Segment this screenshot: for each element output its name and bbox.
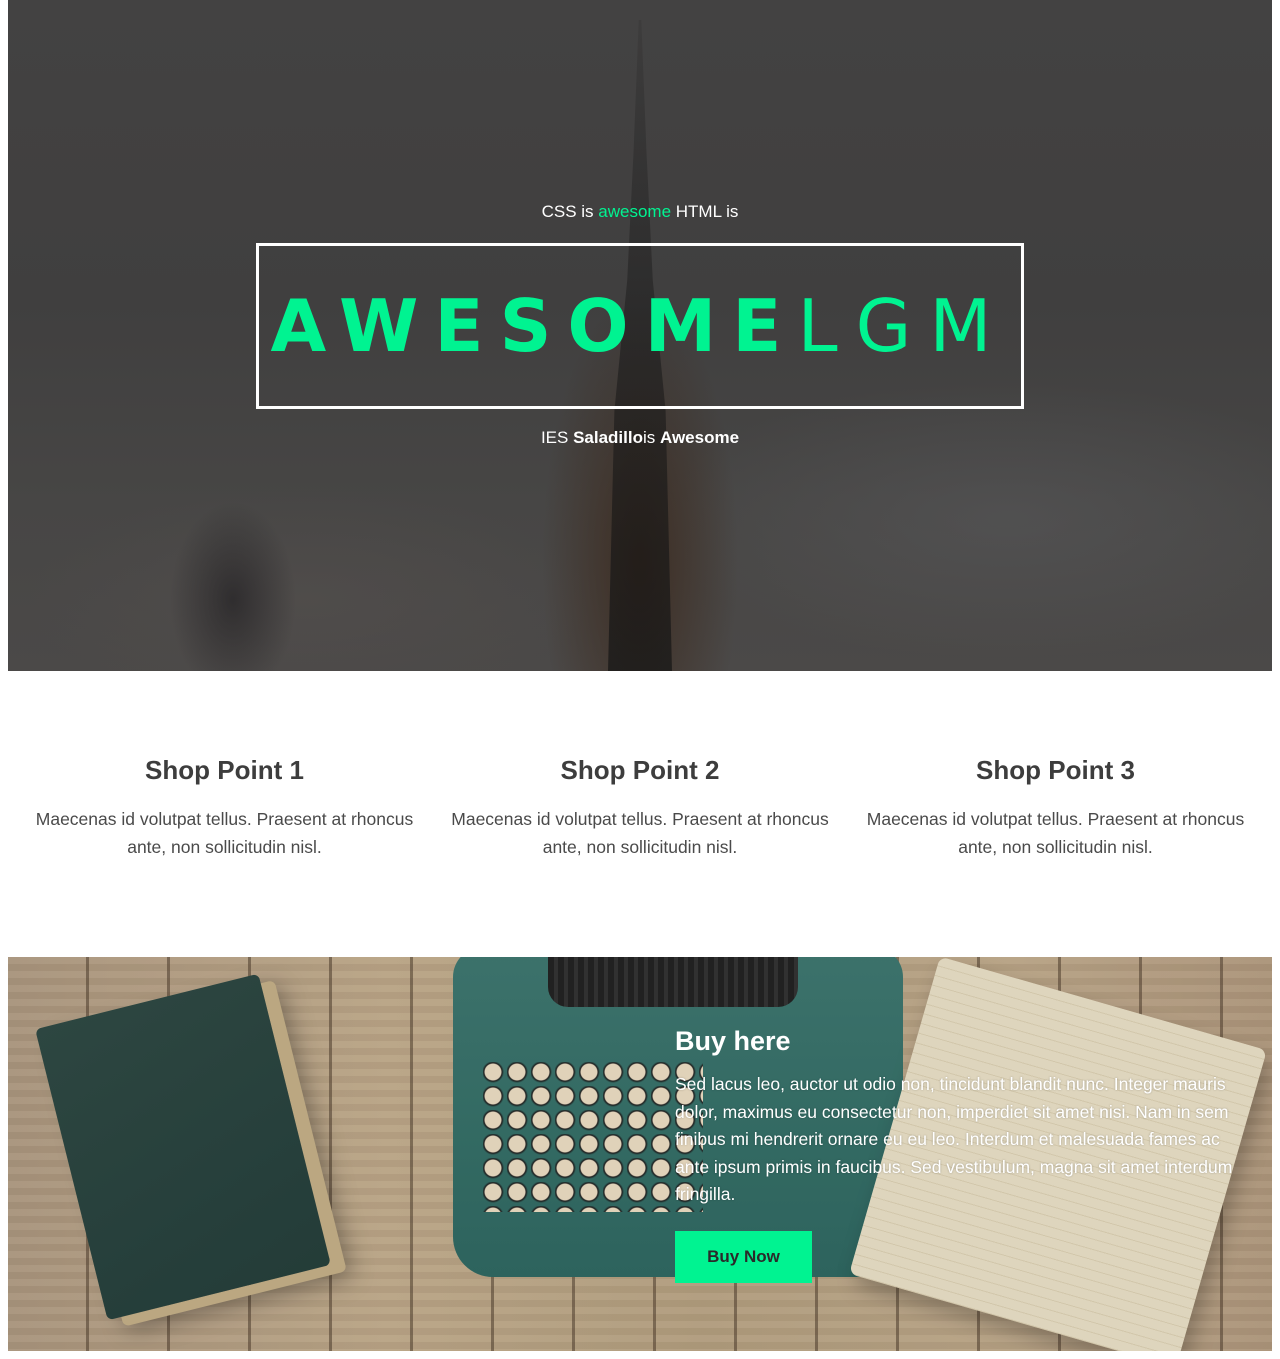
shop-point-title: Shop Point 2 [560, 755, 720, 785]
shop-point-text: Maecenas id volutpat tellus. Praesent at… [451, 809, 829, 857]
hero-title-bold: AWESOME [270, 284, 798, 368]
hero-tagline-suffix: HTML is [671, 202, 739, 221]
hero-title-light: LGM [797, 284, 1010, 368]
shop-points-section: Shop Point 1 Maecenas id volutpat tellus… [8, 671, 1272, 957]
shop-point-3: Shop Point 3 Maecenas id volutpat tellus… [858, 671, 1253, 957]
shop-point-2: Shop Point 2 Maecenas id volutpat tellus… [443, 671, 838, 957]
hero-tagline: CSS is awesome HTML is [8, 202, 1272, 222]
buy-section: Buy here Sed lacus leo, auctor ut odio n… [8, 957, 1272, 1351]
hero-section: CSS is awesome HTML is AWESOMELGM IES Sa… [8, 0, 1272, 671]
shop-point-text: Maecenas id volutpat tellus. Praesent at… [866, 809, 1245, 857]
shop-point-1: Shop Point 1 Maecenas id volutpat tellus… [27, 671, 422, 957]
hero-subline: IES Saladillois Awesome [8, 428, 1272, 448]
shop-point-text: Maecenas id volutpat tellus. Praesent at… [35, 809, 414, 857]
hero-subline-prefix: IES [540, 428, 574, 447]
hero-subline-bold-2: Awesome [659, 428, 740, 447]
hero-subline-middle: is [642, 428, 660, 447]
buy-content: Buy here Sed lacus leo, auctor ut odio n… [675, 1026, 1245, 1209]
buy-title: Buy here [675, 1026, 791, 1056]
shop-point-title: Shop Point 3 [976, 755, 1135, 785]
hero-title-box: AWESOMELGM [256, 243, 1024, 409]
hero-tagline-prefix: CSS is [541, 202, 599, 221]
hero-subline-bold-1: Saladillo [573, 428, 643, 447]
hero-title: AWESOMELGM [270, 290, 1009, 362]
shop-point-title: Shop Point 1 [145, 755, 304, 785]
buy-now-button[interactable]: Buy Now [675, 1231, 812, 1283]
hero-tagline-accent: awesome [598, 202, 672, 221]
buy-text: Sed lacus leo, auctor ut odio non, tinci… [675, 1074, 1233, 1204]
